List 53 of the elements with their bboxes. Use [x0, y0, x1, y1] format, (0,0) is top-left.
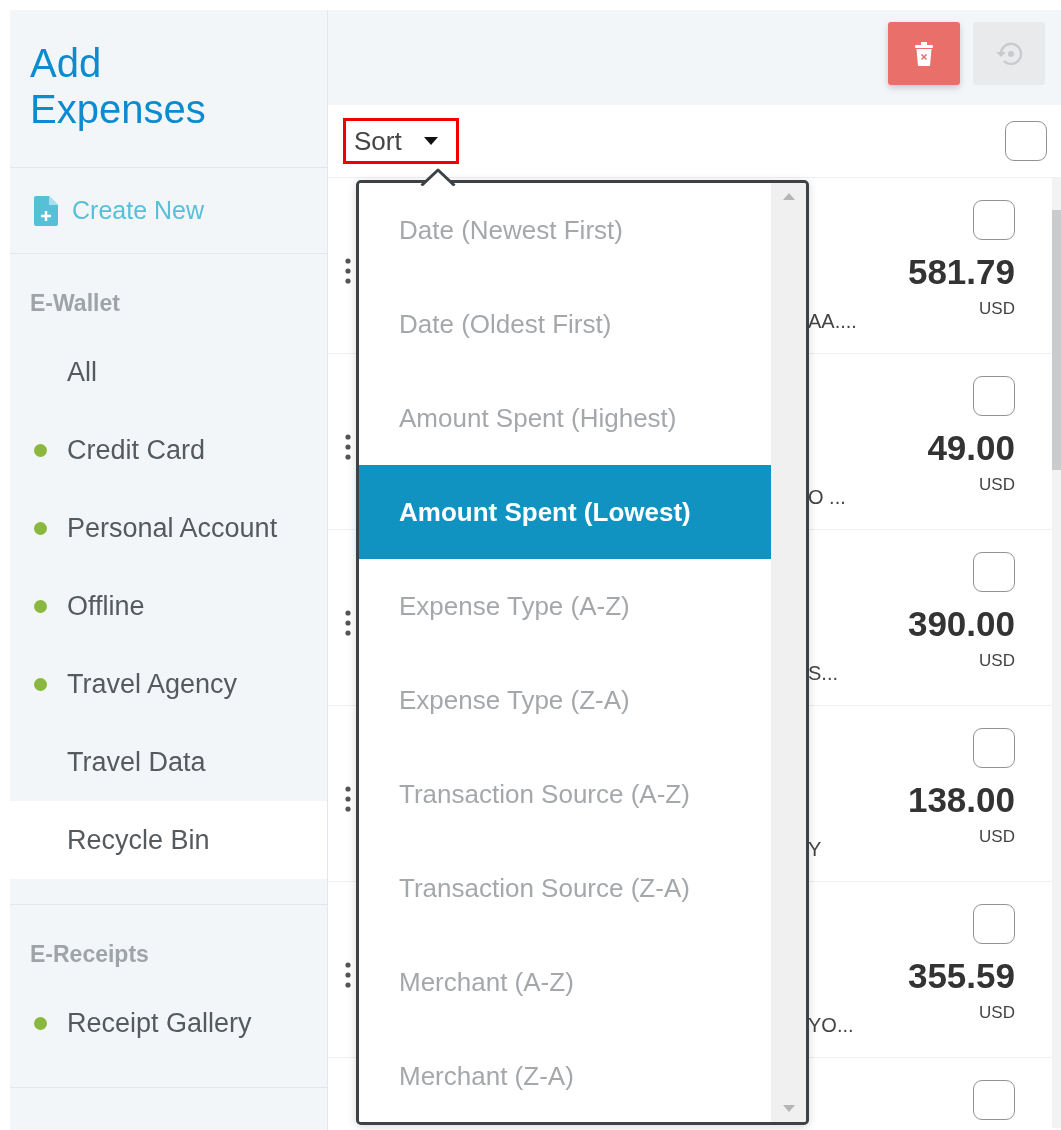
sort-dropdown[interactable]: Sort [343, 118, 459, 164]
currency-label: USD [979, 298, 1015, 320]
sidebar-item[interactable]: All [10, 333, 327, 411]
sidebar-item[interactable]: Travel Data [10, 723, 327, 801]
drag-handle-icon[interactable] [345, 786, 351, 812]
currency-label: USD [979, 826, 1015, 848]
currency-label: USD [979, 650, 1015, 672]
sidebar-item[interactable]: Offline [10, 567, 327, 645]
new-file-icon [34, 195, 58, 226]
row-checkbox[interactable] [973, 552, 1015, 592]
drag-handle-icon[interactable] [345, 962, 351, 988]
expense-detail: O ... [808, 486, 846, 508]
expense-detail: AA.... [808, 310, 857, 332]
expense-amount: 581.79 [907, 252, 1015, 292]
scroll-up-icon[interactable] [782, 193, 795, 200]
sidebar-item[interactable]: Travel Agency [10, 645, 327, 723]
sidebar-item[interactable]: Receipt Gallery [10, 984, 327, 1062]
drag-handle-icon[interactable] [345, 434, 351, 460]
menu-scrollbar[interactable] [771, 183, 806, 1122]
expense-amount: 390.00 [907, 604, 1015, 644]
page-title: Add Expenses [10, 10, 327, 168]
row-checkbox[interactable] [973, 200, 1015, 240]
scrollbar-thumb[interactable] [1052, 210, 1061, 470]
scrollbar[interactable] [1052, 178, 1061, 1128]
sidebar-item[interactable]: Recycle Bin [10, 801, 327, 879]
drag-handle-icon[interactable] [345, 258, 351, 284]
section-heading: E-Wallet [29, 289, 121, 318]
section-heading: E-Receipts [29, 940, 150, 969]
expense-detail: Y [808, 838, 822, 860]
expense-amount: 355.59 [907, 956, 1015, 996]
expense-detail: S... [808, 662, 838, 684]
scroll-down-icon[interactable] [782, 1105, 795, 1112]
create-new-link[interactable]: Create New [72, 191, 204, 230]
delete-button[interactable] [888, 22, 960, 85]
currency-label: USD [979, 474, 1015, 496]
menu-item[interactable]: Amount Spent (Lowest) [359, 465, 771, 559]
menu-item[interactable]: Date (Newest First) [359, 183, 771, 277]
row-checkbox[interactable] [973, 1080, 1015, 1120]
expense-amount: 49.00 [927, 428, 1015, 468]
trash-icon [915, 41, 933, 66]
currency-label: USD [979, 1002, 1015, 1024]
caret-icon [423, 137, 438, 145]
sidebar-item[interactable]: Credit Card [10, 411, 327, 489]
expense-detail: YO... [808, 1014, 854, 1036]
menu-item[interactable]: Merchant (Z-A) [359, 1029, 771, 1122]
row-checkbox[interactable] [973, 728, 1015, 768]
row-checkbox[interactable] [973, 376, 1015, 416]
sidebar-item[interactable]: Personal Account [10, 489, 327, 567]
select-all-checkbox[interactable] [1005, 121, 1047, 161]
drag-handle-icon[interactable] [345, 610, 351, 636]
expense-amount: 138.00 [907, 780, 1015, 820]
row-checkbox[interactable] [973, 904, 1015, 944]
history-icon [994, 40, 1024, 67]
